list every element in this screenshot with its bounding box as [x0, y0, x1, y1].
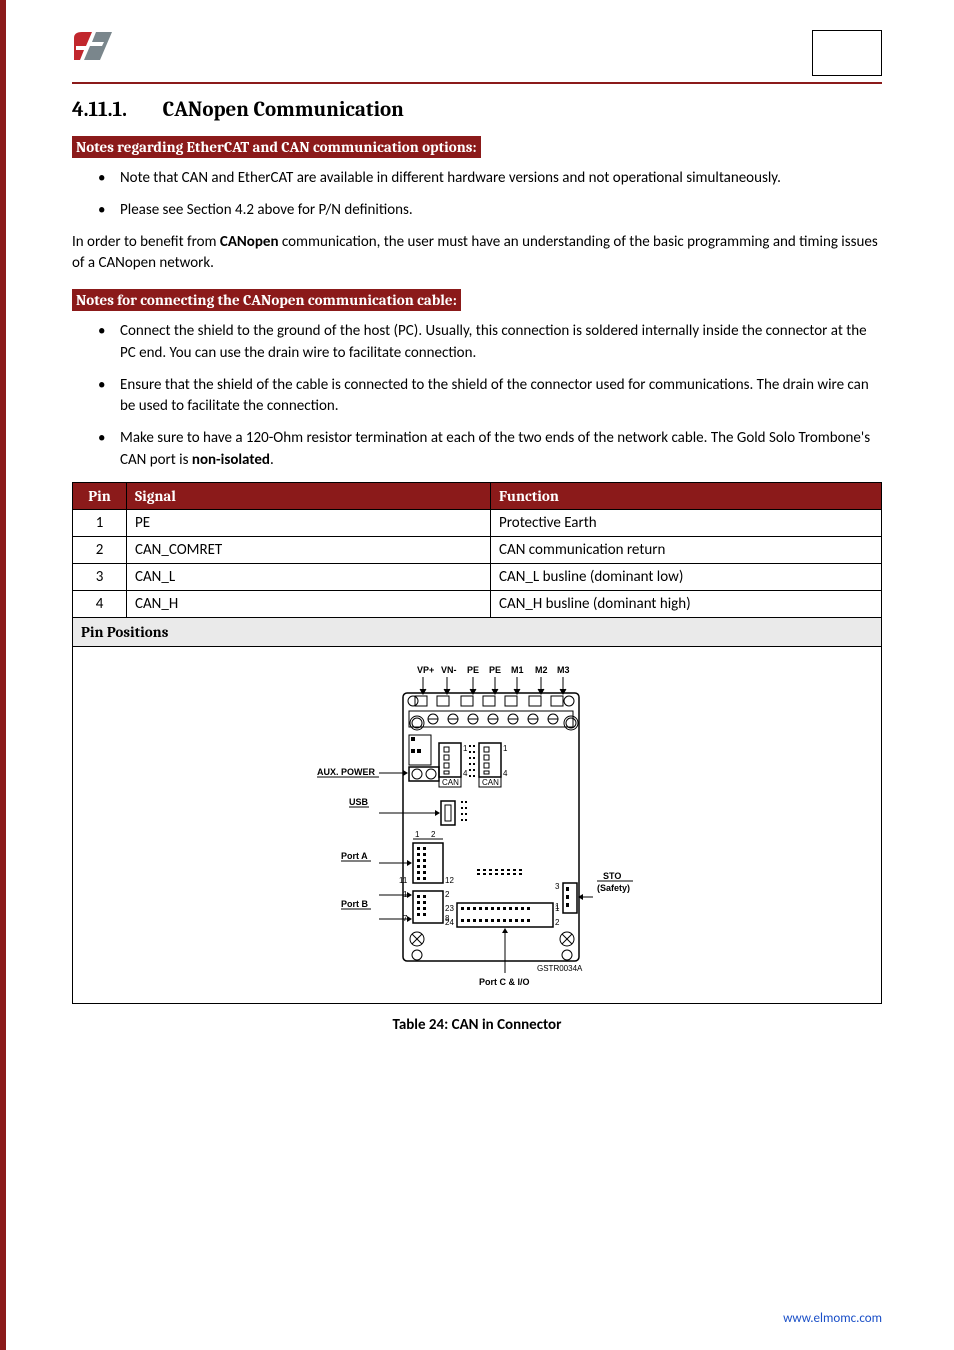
diagram-label: AUX. POWER: [317, 767, 376, 777]
section-title: 4.11.1. CANopen Communication: [72, 98, 882, 122]
note-banner-1: Notes regarding EtherCAT and CAN communi…: [72, 136, 481, 158]
svg-text:23: 23: [445, 904, 454, 913]
can-label: CAN: [482, 778, 499, 787]
diagram-label: PE: [467, 665, 479, 675]
svg-text:1: 1: [463, 744, 468, 753]
svg-text:11: 11: [399, 876, 408, 885]
table-row: 3 CAN_L CAN_L busline (dominant low): [73, 563, 882, 590]
diagram-label: Port A: [341, 851, 368, 861]
th-pin: Pin: [73, 482, 127, 509]
diagram-label: Port C & I/O: [479, 977, 530, 987]
svg-text:1: 1: [415, 830, 420, 839]
connector-diagram: .lbl { font: 9px Arial, sans-serif; } .l…: [217, 663, 737, 993]
table-row: 2 CAN_COMRET CAN communication return: [73, 536, 882, 563]
diagram-label: USB: [349, 797, 369, 807]
th-function: Function: [491, 482, 882, 509]
svg-text:1: 1: [555, 902, 560, 911]
paragraph-1: In order to benefit from CANopen communi…: [72, 232, 882, 276]
bullet-list-1: Note that CAN and EtherCAT are available…: [72, 168, 882, 222]
diagram-label: VN-: [441, 665, 457, 675]
table-caption: Table 24: CAN in Connector: [72, 1016, 882, 1034]
svg-text:4: 4: [463, 769, 468, 778]
diagram-label: STO: [603, 871, 621, 881]
th-signal: Signal: [127, 482, 491, 509]
header-corner-box: [812, 30, 882, 76]
list-item: Make sure to have a 120-Ohm resistor ter…: [98, 428, 882, 472]
svg-text:1: 1: [503, 744, 508, 753]
list-item: Please see Section 4.2 above for P/N def…: [98, 200, 882, 222]
diagram-label: M2: [535, 665, 548, 675]
pin-positions-header: Pin Positions: [72, 618, 882, 647]
table-row: 1 PE Protective Earth: [73, 509, 882, 536]
svg-text:24: 24: [445, 918, 454, 927]
list-item: Note that CAN and EtherCAT are available…: [98, 168, 882, 190]
page-header: [72, 30, 882, 76]
diagram-code: GSTR0034A: [537, 964, 583, 973]
svg-text:2: 2: [555, 918, 560, 927]
list-item: Ensure that the shield of the cable is c…: [98, 375, 882, 419]
list-item: Connect the shield to the ground of the …: [98, 321, 882, 365]
pin-table: Pin Signal Function 1 PE Protective Eart…: [72, 482, 882, 618]
diagram-label: (Safety): [597, 883, 630, 893]
can-label: CAN: [442, 778, 459, 787]
note-banner-2: Notes for connecting the CANopen communi…: [72, 289, 461, 311]
svg-text:12: 12: [445, 876, 454, 885]
bullet-list-2: Connect the shield to the ground of the …: [72, 321, 882, 472]
diagram-label: M3: [557, 665, 570, 675]
diagram-label: PE: [489, 665, 501, 675]
diagram-cell: .lbl { font: 9px Arial, sans-serif; } .l…: [72, 647, 882, 1004]
svg-text:2: 2: [445, 890, 450, 899]
left-red-bar: [0, 0, 6, 1350]
svg-text:4: 4: [503, 769, 508, 778]
footer-link[interactable]: www.elmomc.com: [783, 1311, 882, 1326]
table-row: 4 CAN_H CAN_H busline (dominant high): [73, 590, 882, 617]
header-rule: [72, 82, 882, 84]
diagram-label: Port B: [341, 899, 369, 909]
diagram-label: VP+: [417, 665, 434, 675]
section-title-text: CANopen Communication: [163, 98, 404, 122]
section-number: 4.11.1.: [72, 98, 158, 122]
svg-text:2: 2: [431, 830, 436, 839]
svg-text:3: 3: [555, 882, 560, 891]
diagram-label: M1: [511, 665, 524, 675]
logo: [72, 30, 116, 64]
